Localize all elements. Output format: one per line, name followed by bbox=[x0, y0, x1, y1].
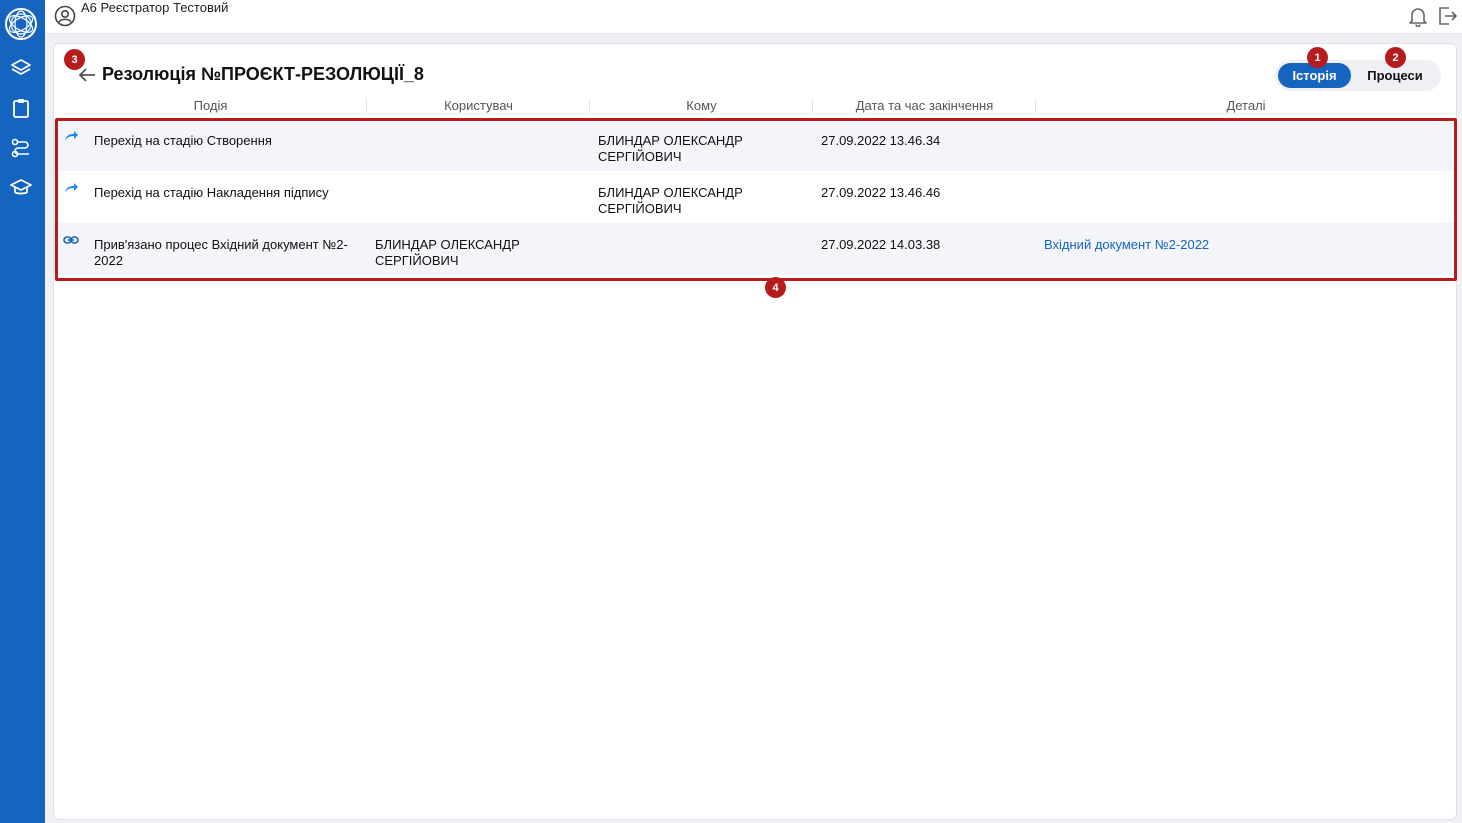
annotation-marker-3: 3 bbox=[64, 49, 85, 70]
page-title: Резолюція №ПРОЄКТ-РЕЗОЛЮЦІЇ_8 bbox=[102, 64, 424, 84]
annotation-marker-1: 1 bbox=[1307, 47, 1328, 68]
table-row[interactable]: Прив'язано процес Вхідний документ №2-20… bbox=[54, 223, 1456, 275]
forward-arrow-icon bbox=[63, 181, 79, 195]
column-header-to[interactable]: Кому bbox=[590, 98, 813, 116]
table-row[interactable]: Перехід на стадію Накладення підпису БЛИ… bbox=[54, 171, 1456, 223]
column-header-end-date[interactable]: Дата та час закінчення bbox=[813, 98, 1036, 116]
logout-icon[interactable] bbox=[1436, 5, 1458, 27]
layers-icon bbox=[10, 57, 32, 84]
table-row[interactable]: Перехід на стадію Створення БЛИНДАР ОЛЕК… bbox=[54, 119, 1456, 171]
row-event: Перехід на стадію Створення bbox=[94, 133, 272, 148]
history-card: Резолюція №ПРОЄКТ-РЕЗОЛЮЦІЇ_8 Історія Пр… bbox=[53, 43, 1457, 820]
row-details-link[interactable]: Вхідний документ №2-2022 bbox=[1044, 237, 1444, 253]
row-end-date: 27.09.2022 13.46.34 bbox=[821, 133, 941, 148]
forward-arrow-icon bbox=[63, 129, 79, 143]
clipboard-icon bbox=[10, 97, 32, 124]
column-header-details[interactable]: Деталі bbox=[1036, 98, 1456, 116]
process-route-icon bbox=[10, 137, 32, 164]
table-header: Подія Користувач Кому Дата та час закінч… bbox=[54, 98, 1456, 116]
sidebar-item-clipboard[interactable] bbox=[7, 96, 35, 124]
annotation-marker-2: 2 bbox=[1385, 47, 1406, 68]
graduation-cap-icon bbox=[10, 177, 32, 204]
app-logo-icon[interactable] bbox=[4, 7, 38, 41]
row-recipient: БЛИНДАР ОЛЕКСАНДР СЕРГІЙОВИЧ bbox=[598, 185, 743, 216]
sidebar bbox=[0, 0, 45, 823]
notifications-bell-icon[interactable] bbox=[1408, 5, 1428, 28]
row-end-date: 27.09.2022 14.03.38 bbox=[821, 237, 941, 252]
column-header-event[interactable]: Подія bbox=[54, 98, 367, 116]
sidebar-item-layers[interactable] bbox=[7, 56, 35, 84]
annotation-marker-4: 4 bbox=[765, 277, 786, 298]
column-header-user[interactable]: Користувач bbox=[367, 98, 590, 116]
row-end-date: 27.09.2022 13.46.46 bbox=[821, 185, 941, 200]
row-recipient: БЛИНДАР ОЛЕКСАНДР СЕРГІЙОВИЧ bbox=[598, 133, 743, 164]
top-bar: А6 Реєстратор Тестовий bbox=[45, 0, 1462, 34]
link-icon bbox=[63, 233, 79, 247]
user-name: А6 Реєстратор Тестовий bbox=[81, 0, 229, 15]
sidebar-item-processes[interactable] bbox=[7, 136, 35, 164]
row-event: Перехід на стадію Накладення підпису bbox=[94, 185, 329, 200]
sidebar-item-education[interactable] bbox=[7, 176, 35, 204]
user-avatar-icon[interactable] bbox=[54, 5, 76, 27]
row-event: Прив'язано процес Вхідний документ №2-20… bbox=[94, 237, 348, 268]
row-user: БЛИНДАР ОЛЕКСАНДР СЕРГІЙОВИЧ bbox=[375, 237, 520, 268]
view-toggle: Історія Процеси bbox=[1275, 60, 1441, 91]
